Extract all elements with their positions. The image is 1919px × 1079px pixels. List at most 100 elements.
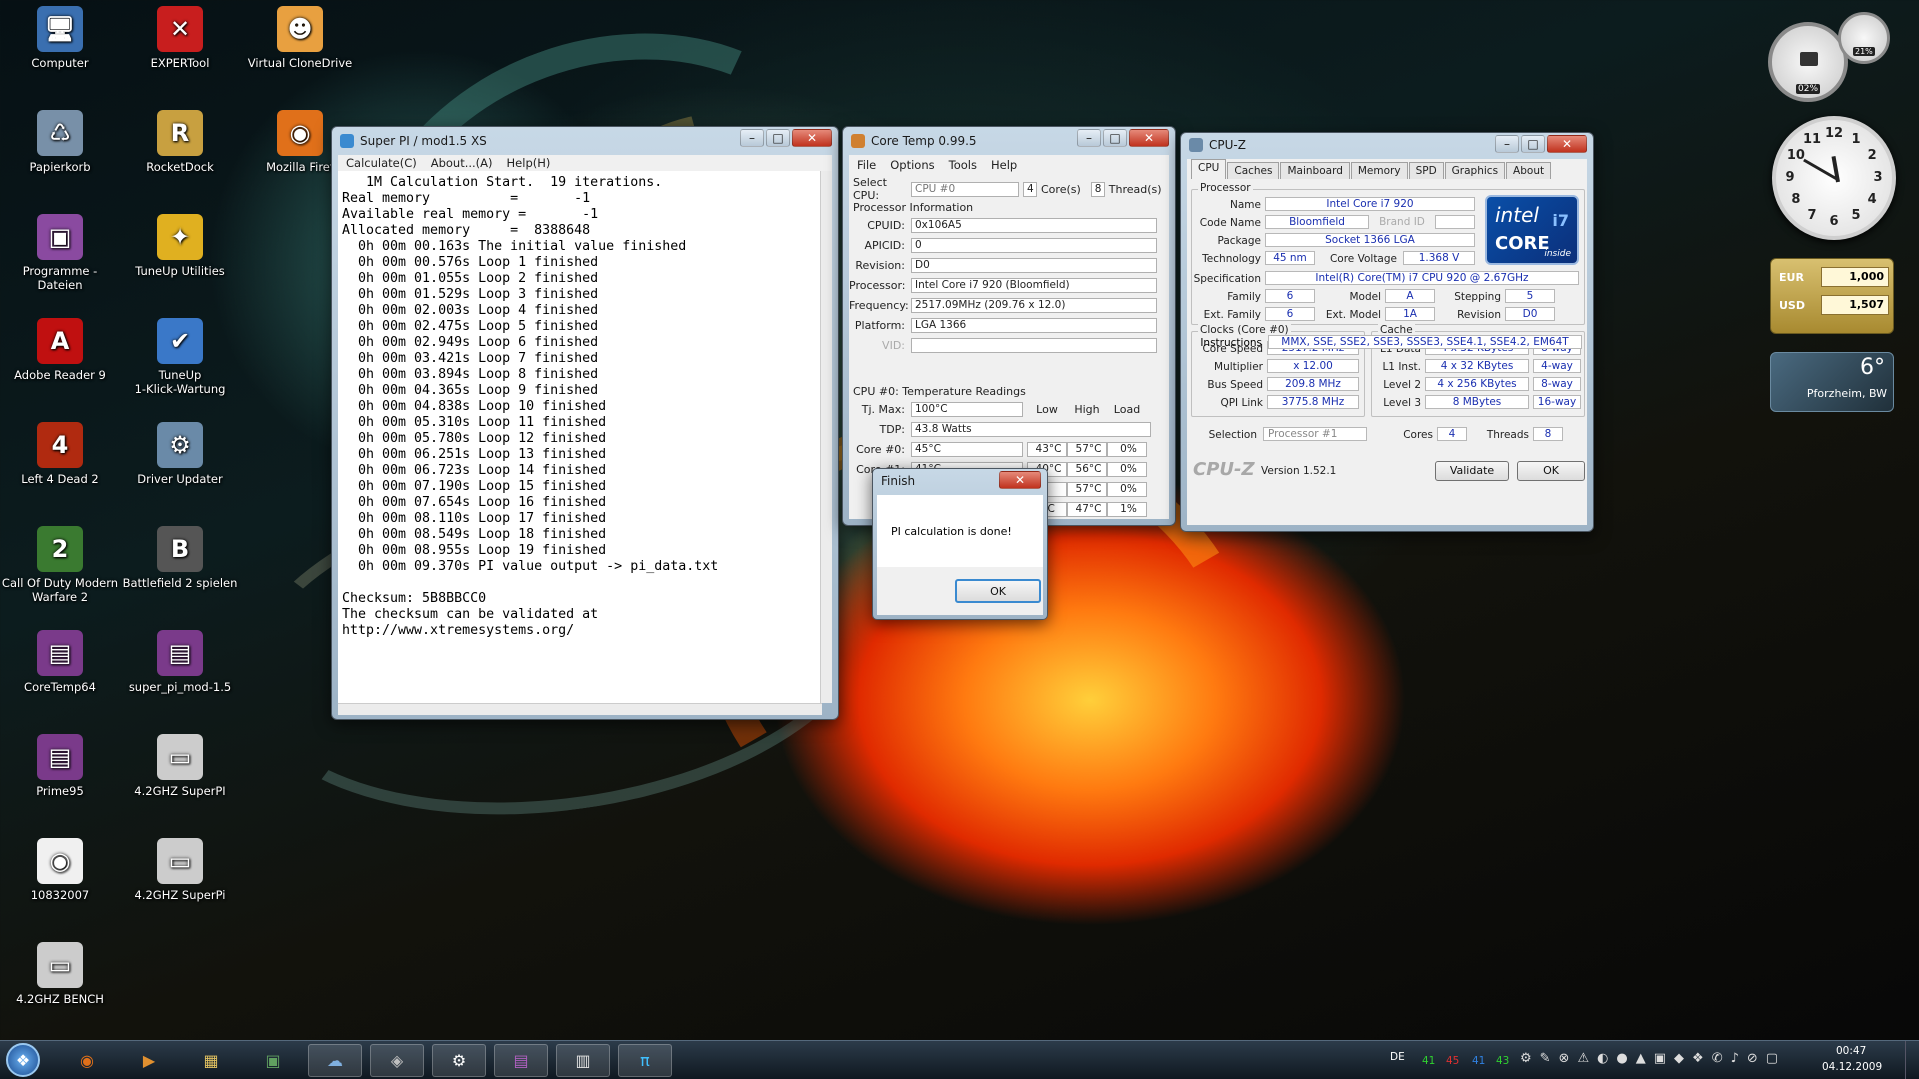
desktop-icon[interactable]: ✦ TuneUp Utilities — [120, 214, 240, 278]
tdp-label: TDP: — [879, 422, 905, 436]
taskbar-button[interactable]: ◈ — [370, 1044, 424, 1077]
desktop-icon-label: Battlefield 2 spielen — [122, 576, 238, 590]
menu-calculate[interactable]: Calculate(C) — [346, 156, 417, 170]
tab-about[interactable]: About — [1506, 162, 1552, 179]
cpuz-ok-button[interactable]: OK — [1517, 461, 1585, 481]
processor-info-row: Revision: D0 — [849, 257, 1157, 273]
language-indicator[interactable]: DE — [1390, 1051, 1405, 1063]
currency-gadget[interactable]: EUR 1,000 USD 1,507 — [1770, 258, 1894, 334]
tab-memory[interactable]: Memory — [1350, 162, 1408, 179]
core-load-value: 1% — [1107, 501, 1147, 517]
horizontal-scrollbar[interactable] — [338, 703, 822, 715]
menu-help[interactable]: Help — [991, 158, 1017, 172]
menu-about[interactable]: About...(A) — [431, 156, 493, 170]
close-button[interactable]: ✕ — [1547, 135, 1587, 153]
weather-gadget[interactable]: 6° Pforzheim, BW — [1770, 352, 1894, 412]
validate-button[interactable]: Validate — [1435, 461, 1509, 481]
close-button[interactable]: ✕ — [1129, 129, 1169, 147]
menu-options[interactable]: Options — [890, 158, 934, 172]
taskbar-button[interactable]: π — [618, 1044, 672, 1077]
desktop-icon[interactable]: R RocketDock — [120, 110, 240, 174]
tab-mainboard[interactable]: Mainboard — [1280, 162, 1350, 179]
usd-value: 1,507 — [1821, 295, 1889, 315]
taskbar-button[interactable]: ◉ — [60, 1044, 114, 1077]
desktop-icon[interactable]: 🖥 Computer — [0, 6, 120, 70]
desktop-icon[interactable]: ☻ Virtual CloneDrive — [240, 6, 360, 70]
taskbar-button[interactable]: ▣ — [246, 1044, 300, 1077]
desktop-icon[interactable]: ▭ 4.2GHZ SuperPi — [120, 838, 240, 902]
core1-temp[interactable]: 45 — [1446, 1055, 1459, 1067]
taskbar-button[interactable]: ▦ — [184, 1044, 238, 1077]
start-button[interactable]: ❖ — [6, 1043, 40, 1077]
close-button[interactable]: ✕ — [999, 471, 1041, 489]
taskbar-button[interactable]: ☁ — [308, 1044, 362, 1077]
desktop-icon[interactable]: ✔ TuneUp 1-Klick-Wartung — [120, 318, 240, 396]
menu-tools[interactable]: Tools — [949, 158, 977, 172]
desktop-icon[interactable]: ▤ super_pi_mod-1.5 — [120, 630, 240, 694]
tab-cpu[interactable]: CPU — [1191, 159, 1227, 179]
cputool-icon: ▥ — [575, 1051, 591, 1070]
desktop-icon[interactable]: A Adobe Reader 9 — [0, 318, 120, 382]
maximize-button[interactable]: □ — [1521, 135, 1545, 153]
clock-date[interactable]: 04.12.2009 — [1822, 1061, 1882, 1073]
desktop-icon[interactable]: ♺ Papierkorb — [0, 110, 120, 174]
cpu-meter-gadget[interactable]: 02% — [1768, 22, 1848, 102]
info-label: Revision: — [855, 258, 905, 272]
select-cpu-dropdown[interactable]: CPU #0 — [911, 181, 1019, 197]
cores-label: Cores — [1403, 429, 1433, 441]
tab-graphics[interactable]: Graphics — [1444, 162, 1506, 179]
clock-gadget[interactable]: 12 1 2 3 4 5 6 7 8 9 10 11 — [1772, 116, 1896, 240]
taskbar-button[interactable]: ▥ — [556, 1044, 610, 1077]
desktop-icon[interactable]: ✕ EXPERTool — [120, 6, 240, 70]
clock-time[interactable]: 00:47 — [1836, 1045, 1866, 1057]
family-value: 6 — [1265, 289, 1315, 303]
close-button[interactable]: ✕ — [792, 129, 832, 147]
selection-label: Selection — [1208, 429, 1257, 441]
cores-label: Core(s) — [1041, 182, 1081, 196]
vertical-scrollbar[interactable] — [820, 171, 832, 703]
desktop-icon[interactable]: 4 Left 4 Dead 2 — [0, 422, 120, 486]
tab-spd[interactable]: SPD — [1408, 162, 1444, 179]
desktop-icon-label: super_pi_mod-1.5 — [128, 680, 232, 694]
maximize-button[interactable]: □ — [766, 129, 790, 147]
model-value: A — [1385, 289, 1435, 303]
desktop-icon-label: Call Of Duty Modern Warfare 2 — [1, 576, 119, 604]
ext-family-value: 6 — [1265, 307, 1315, 321]
finish-ok-button[interactable]: OK — [955, 579, 1041, 603]
desktop-icon[interactable]: ⚙ Driver Updater — [120, 422, 240, 486]
minimize-button[interactable]: – — [1495, 135, 1519, 153]
desktop-icon[interactable]: ▤ Prime95 — [0, 734, 120, 798]
clock-numeral: 7 — [1807, 208, 1817, 224]
desktop-icon[interactable]: ▣ Programme - Dateien — [0, 214, 120, 292]
minimize-button[interactable]: – — [1077, 129, 1101, 147]
selection-dropdown[interactable]: Processor #1 — [1263, 427, 1367, 441]
show-desktop-button[interactable] — [1905, 1041, 1919, 1079]
desktop-icon[interactable]: B Battlefield 2 spielen — [120, 526, 240, 590]
desktop-icon[interactable]: ▭ 4.2GHZ BENCH — [0, 942, 120, 1006]
desktop-icon[interactable]: ◉ 10832007 — [0, 838, 120, 902]
taskbar-button[interactable]: ⚙ — [432, 1044, 486, 1077]
tab-caches[interactable]: Caches — [1227, 162, 1280, 179]
desktop-icon[interactable]: ▤ CoreTemp64 — [0, 630, 120, 694]
info-value — [911, 337, 1157, 353]
desktop-icon-label: 10832007 — [30, 888, 90, 902]
core2-temp[interactable]: 41 — [1472, 1055, 1485, 1067]
superpi-icon: π — [640, 1051, 650, 1070]
desktop-icon[interactable]: 2 Call Of Duty Modern Warfare 2 — [0, 526, 120, 604]
maximize-button[interactable]: □ — [1103, 129, 1127, 147]
coretemp-app-icon — [851, 134, 865, 148]
taskbar-button[interactable]: ▶ — [122, 1044, 176, 1077]
core0-temp[interactable]: 41 — [1422, 1055, 1435, 1067]
superpi-title: Super PI / mod1.5 XS — [360, 134, 487, 148]
minimize-button[interactable]: – — [740, 129, 764, 147]
menu-help[interactable]: Help(H) — [507, 156, 551, 170]
desktop-icon[interactable]: ▭ 4.2GHZ SuperPI — [120, 734, 240, 798]
menu-file[interactable]: File — [857, 158, 876, 172]
family-label: Family — [1227, 291, 1261, 303]
taskbar-button[interactable]: ▤ — [494, 1044, 548, 1077]
ram-meter-gadget[interactable]: 21% — [1838, 12, 1890, 64]
model-label: Model — [1349, 291, 1381, 303]
core3-temp[interactable]: 43 — [1496, 1055, 1509, 1067]
superpi-app-icon — [340, 134, 354, 148]
core-high-value: 56°C — [1067, 461, 1107, 477]
